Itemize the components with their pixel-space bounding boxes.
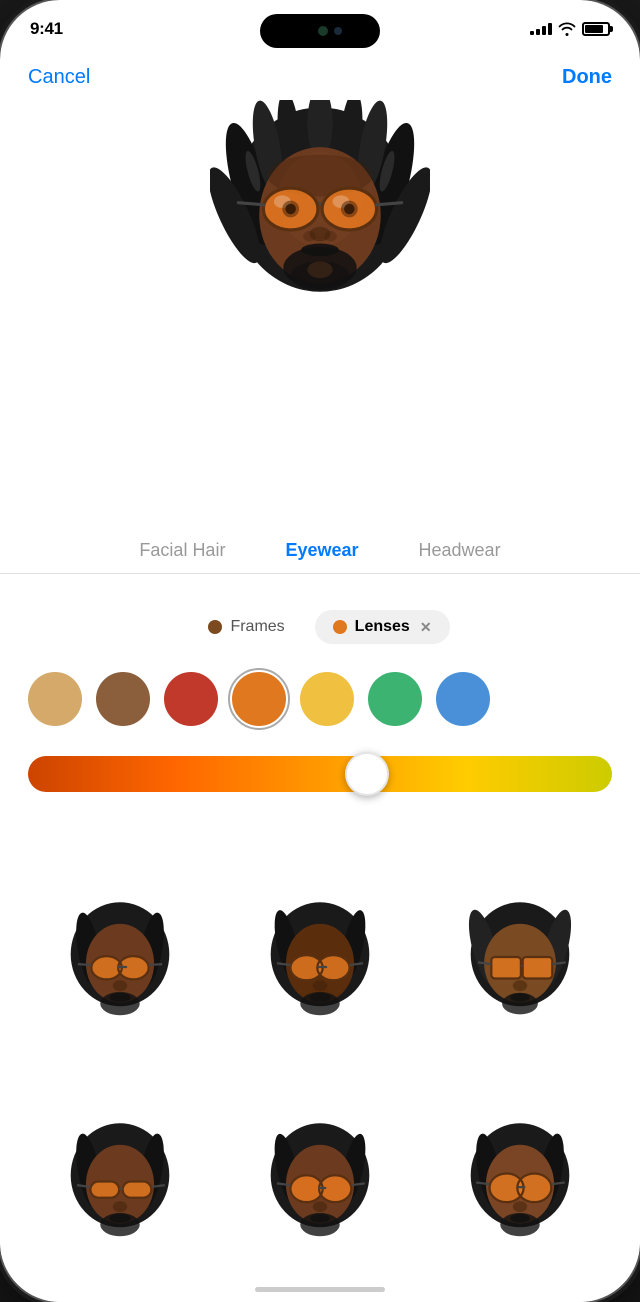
lenses-dot (333, 620, 347, 634)
options-panel: Frames Lenses ✕ (0, 590, 640, 820)
sensor-dot (334, 27, 342, 35)
tab-eyewear[interactable]: Eyewear (255, 540, 388, 561)
lenses-x-icon[interactable]: ✕ (420, 619, 432, 636)
swatch-red[interactable] (164, 672, 218, 726)
memoji-cell-1[interactable] (20, 850, 220, 1071)
category-tabs: Facial Hair Eyewear Headwear (0, 540, 640, 574)
swatch-orange[interactable] (232, 672, 286, 726)
done-button[interactable]: Done (562, 66, 612, 89)
slider-row (24, 756, 616, 792)
swatch-beige[interactable] (28, 672, 82, 726)
memoji-cell-2[interactable] (220, 850, 420, 1071)
swatch-blue[interactable] (436, 672, 490, 726)
hue-slider-track[interactable] (28, 756, 612, 792)
home-indicator (255, 1287, 385, 1292)
status-time: 9:41 (30, 19, 63, 39)
frames-toggle[interactable]: Frames (190, 610, 302, 644)
frames-dot (208, 620, 222, 634)
lenses-label: Lenses (355, 618, 410, 636)
battery-icon (582, 22, 610, 36)
frames-label: Frames (230, 618, 284, 636)
swatch-green[interactable] (368, 672, 422, 726)
toggle-row: Frames Lenses ✕ (24, 610, 616, 644)
phone-screen: 9:41 (0, 0, 640, 1302)
lenses-toggle[interactable]: Lenses ✕ (315, 610, 450, 644)
hue-slider-thumb[interactable] (345, 752, 389, 796)
signal-icon (530, 23, 552, 35)
memoji-cell-3[interactable] (420, 850, 620, 1071)
memoji-cell-6[interactable] (420, 1071, 620, 1292)
dynamic-island (260, 14, 380, 48)
memoji-avatar (210, 100, 430, 320)
battery-fill (585, 25, 603, 33)
memoji-cell-5[interactable] (220, 1071, 420, 1292)
tab-facial-hair[interactable]: Facial Hair (109, 540, 255, 561)
cancel-button[interactable]: Cancel (28, 66, 90, 89)
wifi-icon (558, 22, 576, 36)
phone-frame: 9:41 (0, 0, 640, 1302)
memoji-grid (0, 840, 640, 1302)
swatch-brown[interactable] (96, 672, 150, 726)
nav-bar: Cancel Done (0, 58, 640, 97)
swatch-yellow[interactable] (300, 672, 354, 726)
camera-dot (318, 26, 328, 36)
status-icons (530, 22, 610, 36)
tab-headwear[interactable]: Headwear (389, 540, 531, 561)
memoji-preview (210, 100, 430, 320)
swatches-row (24, 666, 616, 732)
memoji-cell-4[interactable] (20, 1071, 220, 1292)
